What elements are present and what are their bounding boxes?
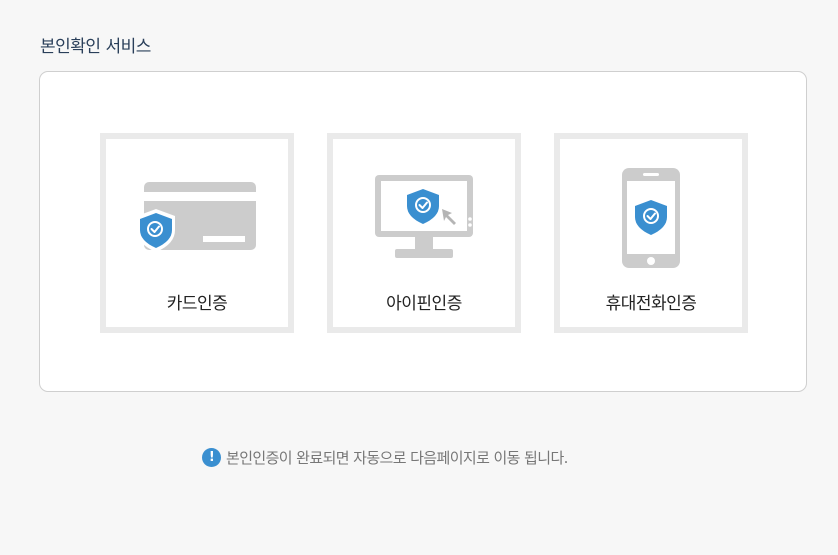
exclamation-icon: ! <box>202 448 221 467</box>
phone-verification-label: 휴대전화인증 <box>605 294 697 314</box>
notice-text: 본인인증이 완료되면 자동으로 다음페이지로 이동 됩니다. <box>226 449 568 467</box>
ipin-verification-label: 아이핀인증 <box>386 294 462 314</box>
phone-verification-button[interactable]: 휴대전화인증 <box>554 133 748 333</box>
card-verification-label: 카드인증 <box>166 294 228 314</box>
notice-message: ! 본인인증이 완료되면 자동으로 다음페이지로 이동 됩니다. <box>202 447 568 468</box>
card-verification-button[interactable]: 카드인증 <box>100 133 294 333</box>
section-title: 본인확인 서비스 <box>40 37 151 57</box>
verification-panel: 카드인증 아이핀인증 휴대전화인증 <box>39 71 807 392</box>
ipin-verification-button[interactable]: 아이핀인증 <box>327 133 521 333</box>
